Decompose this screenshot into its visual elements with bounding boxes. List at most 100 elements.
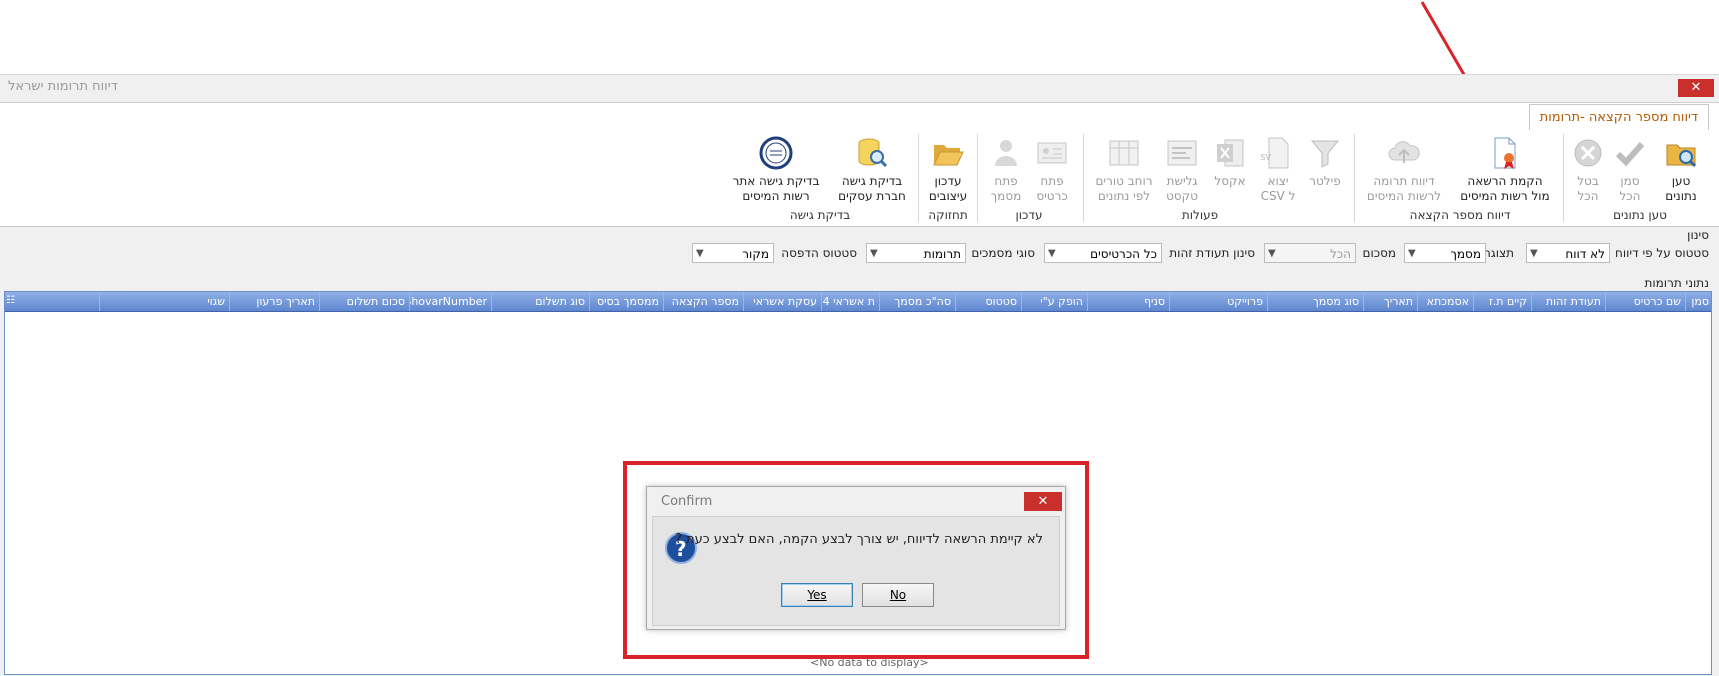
check-access-company-button[interactable]: בדיקת גישה חברת עסקים (832, 136, 912, 204)
open-document-label-1: פתח (994, 174, 1018, 188)
grid-options-icon[interactable]: ☷ (6, 294, 18, 308)
column-width-label-1: רוחב טורים (1095, 174, 1153, 188)
chevron-down-icon: ▼ (696, 248, 704, 259)
report-status-value: לא דווח (1565, 247, 1605, 261)
update-designs-button[interactable]: עדכון עיצובים (924, 136, 972, 204)
export-csv-button[interactable]: CSV יצוא ל CSV (1256, 136, 1300, 204)
grid-column-header[interactable]: תאריך (1363, 292, 1417, 311)
document-types-value: תרומות (923, 247, 961, 261)
csv-export-icon: CSV (1261, 137, 1289, 169)
filter-icon (1310, 140, 1340, 168)
print-status-label: סטטוס הדפסה (781, 246, 857, 260)
open-card-label-1: פתח (1040, 174, 1064, 188)
grid-column-header[interactable]: פרוייקט (1169, 292, 1267, 311)
print-status-select[interactable]: מקור ▼ (692, 243, 774, 263)
grid-column-header[interactable]: שגוי (99, 292, 229, 311)
open-card-button[interactable]: פתח כרטיס (1030, 136, 1074, 204)
column-width-button[interactable]: רוחב טורים לפי נתונים (1090, 136, 1158, 204)
text-wrap-label-2: טקסט (1166, 189, 1198, 203)
grid-column-header[interactable]: סניף (1087, 292, 1169, 311)
open-document-label-2: מסמך (990, 189, 1022, 203)
document-types-select[interactable]: תרומות ▼ (866, 243, 966, 263)
grid-column-header[interactable]: סוג מסמך (1267, 292, 1363, 311)
document-types-label: סוגי מסמכים (971, 246, 1035, 260)
filter-button[interactable]: פילטר (1302, 136, 1348, 189)
create-authorization-label-1: הקמת הרשאה (1467, 174, 1543, 188)
chevron-down-icon: ▼ (1408, 248, 1416, 259)
grid-column-header[interactable]: אסמכתא (1417, 292, 1473, 311)
grid-column-header[interactable]: ת אשראי 4 (821, 292, 879, 311)
report-status-label: סטטוס על פי דיווח (1615, 246, 1709, 260)
select-all-button[interactable]: סמן הכל (1610, 136, 1650, 204)
report-status-select[interactable]: לא דווח ▼ (1526, 243, 1610, 263)
folder-search-icon (1666, 144, 1697, 168)
report-donation-button[interactable]: דיווח תרומה לרשות המיסים (1362, 136, 1446, 204)
load-data-button[interactable]: טען נתונים (1655, 136, 1707, 204)
filter-label: פילטר (1309, 174, 1341, 188)
report-donation-label-1: דיווח תרומה (1373, 174, 1435, 188)
id-filter-label: סינון תעודת זהות (1169, 246, 1255, 260)
group-label-access: בדיקת גישה (789, 208, 851, 222)
check-access-tax-site-button[interactable]: בדיקת גישה אתר רשות המיסים (726, 136, 826, 204)
group-label-load: טען נתונים (1613, 208, 1667, 222)
amount-select[interactable]: הכל ▼ (1264, 243, 1356, 263)
open-card-label-2: כרטיס (1036, 189, 1068, 203)
group-label-report: דיווח מספר הקצאה (1409, 208, 1511, 222)
excel-button[interactable]: אקסל (1208, 136, 1252, 189)
card-icon (1037, 142, 1067, 164)
grid-column-header[interactable]: תאריך פרעון (229, 292, 319, 311)
annotation-highlight-box (623, 461, 1089, 659)
cancel-circle-icon (1574, 139, 1602, 167)
deselect-all-button[interactable]: בטל הכל (1568, 136, 1608, 204)
grid-column-header[interactable]: עסקת אשראי (743, 292, 821, 311)
tax-authority-logo-icon (759, 136, 793, 170)
tab-strip (0, 102, 1719, 132)
grid-column-header[interactable]: תעודת זהות (1531, 292, 1605, 311)
grid-column-header[interactable]: ממסמך בסיס (589, 292, 663, 311)
filter-section-label: סינון (1687, 228, 1709, 242)
grid-column-header[interactable]: שם כרטיס (1605, 292, 1685, 311)
text-wrap-icon (1167, 140, 1197, 166)
chevron-down-icon: ▼ (1268, 248, 1276, 259)
update-designs-label-2: עיצובים (928, 189, 968, 203)
group-label-update: עדכון (1015, 208, 1043, 222)
grid-section-label: נתוני תרומות (1644, 276, 1710, 290)
grid-column-header[interactable]: ShovarNumber (409, 292, 491, 311)
grid-column-header[interactable]: סה"כ מסמך (879, 292, 955, 311)
id-filter-select[interactable]: כל הכרטיסים ▼ (1044, 243, 1162, 263)
column-width-icon (1109, 140, 1139, 166)
tab-allocation-donations[interactable]: דיווח מספר הקצאה -תרומות (1528, 104, 1709, 131)
view-select[interactable]: מסמך ▼ (1404, 243, 1486, 263)
create-authorization-button[interactable]: הקמת הרשאה מול רשות המיסים (1452, 136, 1558, 204)
grid-column-header[interactable]: הופק ע"י (1021, 292, 1087, 311)
group-label-actions: פעולות (1181, 208, 1219, 222)
chevron-down-icon: ▼ (1048, 248, 1056, 259)
group-separator (1563, 134, 1564, 222)
database-search-icon (858, 138, 888, 168)
deselect-all-label-2: הכל (1577, 189, 1599, 203)
select-all-label-1: סמן (1620, 174, 1640, 188)
grid-column-header[interactable]: סטטוס (955, 292, 1021, 311)
grid-column-header[interactable]: קיים ת.ז (1473, 292, 1531, 311)
check-access-company-label-1: בדיקת גישה (841, 174, 903, 188)
excel-icon (1217, 139, 1244, 167)
window-title: דיווח תרומות ישראל (8, 79, 118, 94)
grid-column-header[interactable]: סוג תשלום (491, 292, 589, 311)
text-wrap-label-1: גלישת (1166, 174, 1198, 188)
chevron-down-icon: ▼ (1530, 248, 1538, 259)
print-status-value: מקור (742, 247, 769, 261)
grid-column-header[interactable]: סכום תשלום (319, 292, 409, 311)
group-separator (918, 134, 919, 222)
open-document-button[interactable]: פתח מסמך (984, 136, 1028, 204)
check-access-company-label-2: חברת עסקים (838, 189, 906, 203)
update-designs-label-1: עדכון (934, 174, 962, 188)
grid-column-header[interactable]: סמן (1685, 292, 1713, 311)
load-data-label-2: נתונים (1665, 189, 1697, 203)
cloud-upload-icon (1388, 141, 1420, 163)
amount-label: מסכום (1362, 246, 1396, 260)
grid-column-header[interactable]: מספר הקצאה (663, 292, 743, 311)
group-separator (977, 134, 978, 222)
svg-text:CSV: CSV (1261, 153, 1272, 162)
text-wrap-button[interactable]: גלישת טקסט (1160, 136, 1204, 204)
window-close-button[interactable]: ✕ (1678, 79, 1714, 97)
